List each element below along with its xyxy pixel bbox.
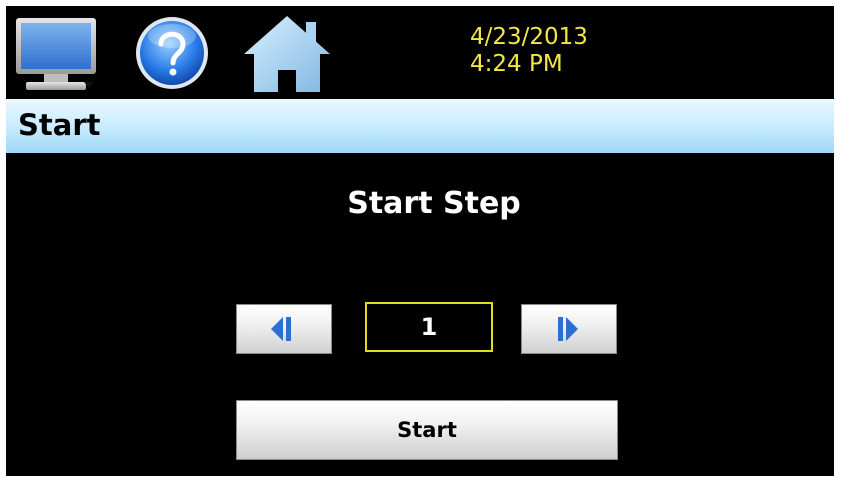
date-text: 4/23/2013 [470, 24, 588, 50]
monitor-menu-button[interactable] [14, 12, 102, 92]
home-button[interactable] [242, 12, 332, 94]
step-heading: Start Step [347, 186, 521, 221]
help-button[interactable] [132, 12, 212, 92]
next-step-button[interactable] [521, 304, 617, 354]
title-bar: Start [6, 99, 834, 153]
step-value[interactable]: 1 [365, 302, 493, 352]
previous-step-button[interactable] [236, 304, 332, 354]
step-previous-icon [271, 317, 291, 341]
home-icon [244, 16, 330, 94]
time-text: 4:24 PM [470, 51, 563, 77]
start-button[interactable]: Start [236, 400, 618, 460]
page-title: Start [18, 108, 101, 142]
help-icon [136, 17, 208, 89]
monitor-icon [16, 18, 96, 90]
touchscreen: 4/23/2013 4:24 PM Start Start Step 1 Sta… [6, 6, 834, 476]
step-next-icon [558, 317, 578, 341]
top-bar: 4/23/2013 4:24 PM [6, 6, 834, 96]
datetime-display: 4/23/2013 4:24 PM [470, 24, 588, 78]
